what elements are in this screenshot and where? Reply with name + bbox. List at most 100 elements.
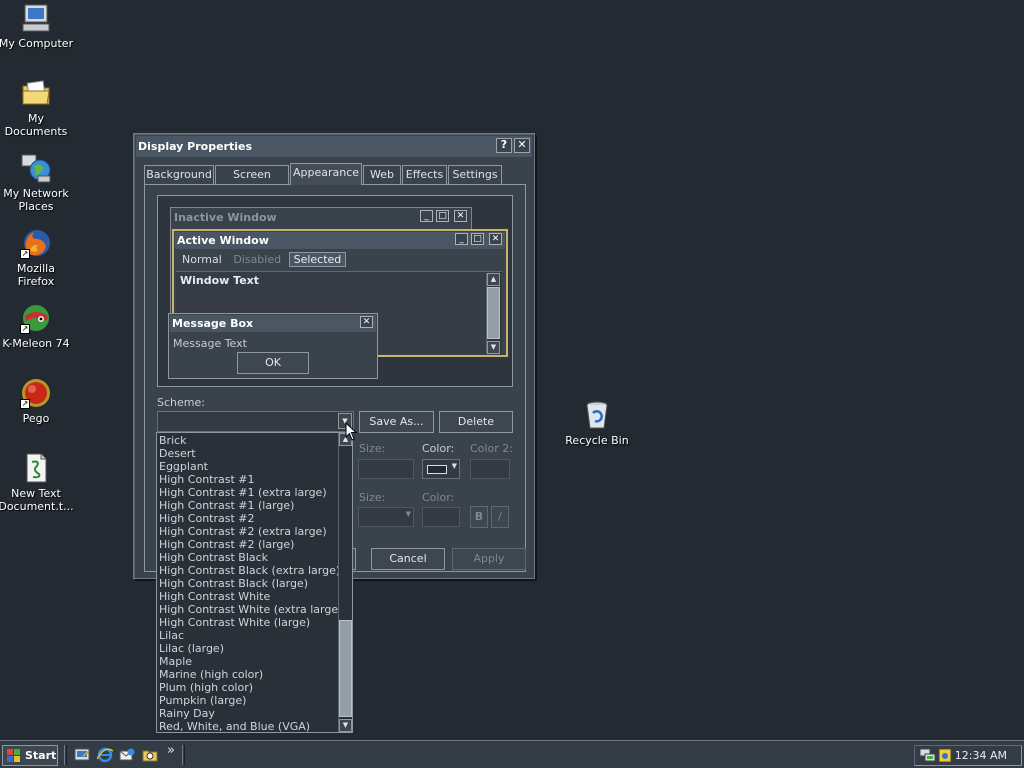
scheme-option[interactable]: Rainy Day: [157, 707, 352, 720]
font-color-label: Color:: [422, 491, 455, 504]
scheme-option[interactable]: High Contrast #1 (large): [157, 499, 352, 512]
maximize-icon: □: [436, 210, 449, 222]
preview-menu-bar: Normal Disabled Selected: [178, 252, 347, 268]
item-color-label: Color:: [422, 442, 455, 455]
scheme-dropdown-list[interactable]: Brick Desert Eggplant High Contrast #1 High …: [156, 432, 353, 733]
delete-button[interactable]: Delete: [439, 411, 513, 433]
scheme-option[interactable]: High Contrast Black: [157, 551, 352, 564]
tab-settings[interactable]: Settings: [448, 165, 502, 184]
tab-appearance[interactable]: Appearance: [290, 163, 362, 185]
scroll-down-icon[interactable]: ▼: [339, 719, 352, 732]
scheme-option[interactable]: Lilac: [157, 629, 352, 642]
scheme-option[interactable]: High Contrast #2 (extra large): [157, 525, 352, 538]
recycle-bin-icon: [586, 401, 608, 429]
folder-icon: [22, 80, 50, 105]
scheme-option[interactable]: Lilac (large): [157, 642, 352, 655]
taskbar-grip: [182, 745, 185, 765]
tab-background[interactable]: Background: [144, 165, 214, 184]
desktop-icon-recycle-bin[interactable]: Recycle Bin: [559, 399, 635, 447]
font-size-select[interactable]: ▼: [358, 507, 414, 527]
scheme-option[interactable]: High Contrast #2: [157, 512, 352, 525]
chevron-down-icon: ▼: [451, 462, 457, 470]
scheme-select[interactable]: ▼: [157, 411, 354, 432]
desktop-icon-label: My Computer: [0, 37, 74, 50]
show-desktop-icon[interactable]: [74, 747, 90, 763]
bold-button[interactable]: B: [470, 506, 488, 528]
desktop-icon-mozilla-firefox[interactable]: ↗ Mozilla Firefox: [0, 227, 74, 288]
close-button[interactable]: ✕: [514, 138, 530, 153]
security-shield-icon[interactable]: [938, 748, 952, 763]
email-client-icon[interactable]: [119, 747, 135, 763]
scheme-option[interactable]: Brick: [157, 434, 352, 447]
scheme-option[interactable]: Red, White, and Blue (VGA): [157, 720, 352, 733]
maximize-icon: □: [471, 233, 484, 245]
color-swatch: [427, 465, 447, 474]
scheme-option[interactable]: High Contrast Black (large): [157, 577, 352, 590]
save-as-button[interactable]: Save As...: [359, 411, 434, 433]
minimize-icon: _: [455, 233, 468, 245]
scheme-option[interactable]: Maple: [157, 655, 352, 668]
scheme-option[interactable]: High Contrast #2 (large): [157, 538, 352, 551]
clock[interactable]: 12:34 AM: [955, 746, 1007, 765]
folder-search-icon[interactable]: [142, 747, 158, 763]
scheme-option[interactable]: Pumpkin (large): [157, 694, 352, 707]
item-size-spinner[interactable]: [358, 459, 414, 479]
desktop-icon-my-network-places[interactable]: My Network Places: [0, 152, 74, 213]
computer-icon: [22, 4, 50, 32]
window-titlebar[interactable]: Display Properties ? ✕: [136, 136, 532, 157]
close-icon: ✕: [360, 316, 373, 328]
scheme-option[interactable]: High Contrast White: [157, 590, 352, 603]
item-color-button[interactable]: ▼: [422, 459, 460, 479]
italic-button[interactable]: /: [491, 506, 509, 528]
scheme-option[interactable]: Marine (high color): [157, 668, 352, 681]
scroll-thumb[interactable]: [339, 620, 352, 717]
start-label: Start: [25, 749, 57, 762]
scheme-option[interactable]: Eggplant: [157, 460, 352, 473]
item-color2-button[interactable]: [470, 459, 510, 479]
preview-menu-selected: Selected: [288, 252, 347, 267]
preview-menu-normal: Normal: [182, 253, 222, 266]
tab-effects[interactable]: Effects: [402, 165, 447, 184]
internet-explorer-icon[interactable]: [97, 747, 113, 763]
taskbar: Start » 12:34 AM: [0, 740, 1024, 768]
scheme-option[interactable]: High Contrast #1 (extra large): [157, 486, 352, 499]
tab-web[interactable]: Web: [363, 165, 401, 184]
appearance-preview: Inactive Window _ □ ✕ Active Window _ □ …: [157, 195, 513, 387]
shortcut-arrow-icon: ↗: [20, 249, 30, 259]
quicklaunch-chevron[interactable]: »: [167, 743, 175, 758]
desktop-icon-my-computer[interactable]: My Computer: [0, 2, 74, 50]
desktop-icon-k-meleon[interactable]: ↗ K-Meleon 74: [0, 302, 74, 350]
scheme-option[interactable]: High Contrast #1: [157, 473, 352, 486]
start-button[interactable]: Start: [2, 745, 58, 766]
scheme-options: Brick Desert Eggplant High Contrast #1 High …: [157, 433, 352, 733]
mouse-pointer-icon: [345, 422, 357, 441]
scroll-down-icon: ▼: [487, 341, 500, 354]
desktop-icon-my-documents[interactable]: My Documents: [0, 77, 74, 138]
scheme-option[interactable]: High Contrast White (large): [157, 616, 352, 629]
quicklaunch-grip: [64, 745, 67, 765]
scheme-option[interactable]: Plum (high color): [157, 681, 352, 694]
apply-button[interactable]: Apply: [452, 548, 526, 570]
desktop-icon-label: K-Meleon 74: [2, 337, 70, 350]
window-title: Display Properties: [138, 140, 253, 153]
scheme-option[interactable]: High Contrast Black (extra large): [157, 564, 352, 577]
scroll-up-icon: ▲: [487, 273, 500, 286]
desktop-icon-label: My Network Places: [3, 187, 69, 213]
scheme-label: Scheme:: [157, 396, 205, 409]
cancel-button[interactable]: Cancel: [371, 548, 445, 570]
text-document-icon: [26, 453, 47, 483]
help-button[interactable]: ?: [496, 138, 512, 153]
desktop-icon-new-text-document[interactable]: New Text Document.t...: [0, 452, 74, 513]
tab-screen-saver[interactable]: Screen Saver: [215, 165, 289, 198]
shortcut-arrow-icon: ↗: [20, 324, 30, 334]
scheme-option[interactable]: High Contrast White (extra large): [157, 603, 352, 616]
preview-scrollbar: ▲ ▼: [486, 273, 501, 354]
scheme-option[interactable]: Desert: [157, 447, 352, 460]
font-color-button[interactable]: [422, 507, 460, 527]
network-connection-icon[interactable]: [920, 748, 936, 763]
desktop-icon-label: Mozilla Firefox: [17, 262, 55, 288]
desktop-icon-pego[interactable]: ↗ Pego: [0, 377, 74, 425]
desktop-icon-label: My Documents: [4, 112, 68, 138]
dropdown-scrollbar[interactable]: ▲ ▼: [338, 433, 352, 732]
item-size-label: Size:: [359, 442, 386, 455]
